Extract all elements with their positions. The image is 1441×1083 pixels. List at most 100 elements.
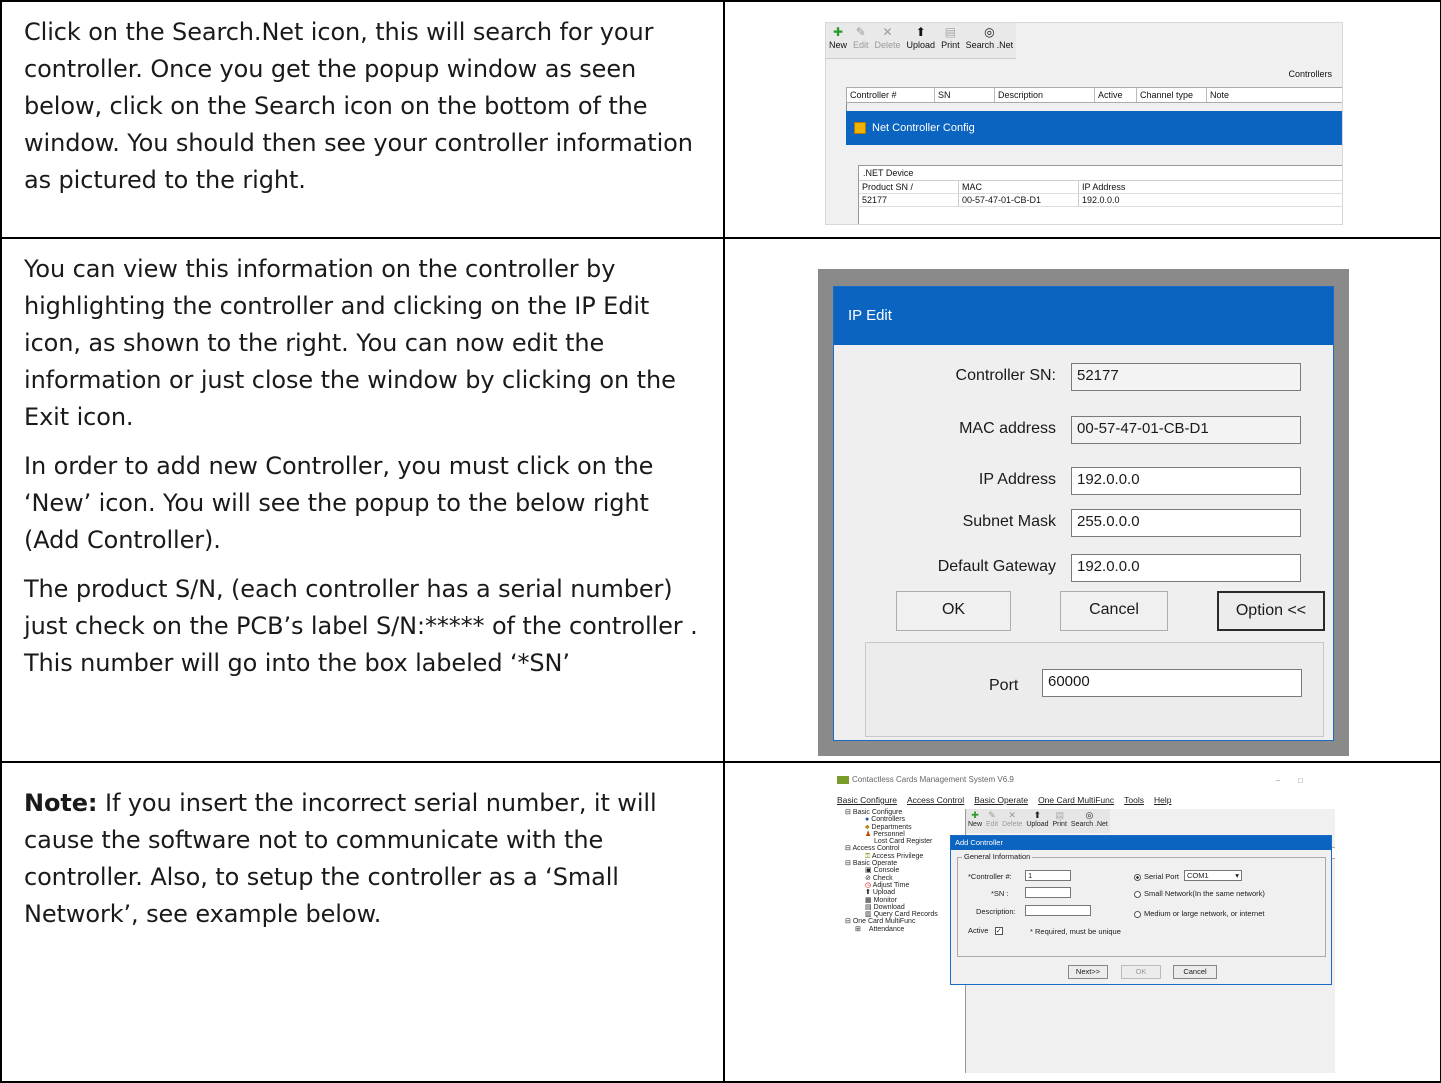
maximize-icon[interactable]: □ [1298,776,1321,785]
tree-item[interactable]: ⊞ Attendance [845,926,965,933]
new-button[interactable]: ✚ New [966,809,984,833]
nav-tree: ⊟ Basic Configure ● Controllers ♣ Depart… [845,809,965,933]
print-button[interactable]: ▤ Print [1051,809,1069,833]
tree-item[interactable]: ● Controllers [845,816,965,823]
upload-button[interactable]: ⬆ Upload [904,23,939,58]
note-text: If you insert the incorrect serial numbe… [24,789,657,928]
col-mac[interactable]: MAC [959,181,1079,193]
step-2-paragraph: The product S/N, (each controller has a … [24,575,698,677]
ip-label: IP Address [978,471,1056,488]
cell-mac: 00-57-47-01-CB-D1 [959,194,1079,206]
tree-item[interactable]: ▤ Download [845,904,965,911]
cell-sn: 52177 [859,194,959,206]
print-button[interactable]: ▤ Print [938,23,963,58]
mac-row: MAC address 00-57-47-01-CB-D1 [834,416,1335,446]
upload-button[interactable]: ⬆ Upload [1024,809,1050,833]
upload-icon: ⬆ [1033,810,1042,820]
new-icon: ✚ [832,25,844,39]
radio-medium-network[interactable] [1134,910,1141,918]
menu-one-card[interactable]: One Card MultiFunc [1038,795,1114,807]
clock-icon: ◷ [865,881,872,889]
step-2-screenshot-cell: IP Edit Controller SN: 52177 MAC address… [723,237,1441,763]
delete-button[interactable]: ✕ Delete [1000,809,1024,833]
menu-help[interactable]: Help [1154,795,1171,807]
step-text-cell: Note: If you insert the incorrect serial… [0,761,725,1083]
tree-item[interactable]: ▣ Console [845,867,965,874]
next-button[interactable]: Next>> [1068,965,1108,979]
tree-item[interactable]: ♣ Departments [845,824,965,831]
tree-item[interactable]: ⊟ Basic Configure [845,809,965,816]
col-product-sn[interactable]: Product SN / [859,181,959,193]
col-channel-type[interactable]: Channel type [1137,88,1207,102]
step-2-paragraph: In order to add new Controller, you must… [24,452,654,554]
search-net-button[interactable]: ◎ Search .Net [963,23,1017,58]
tree-item[interactable]: ⊘ Check [845,875,965,882]
description-field[interactable] [1025,905,1091,916]
search-net-button[interactable]: ◎ Search .Net [1069,809,1110,833]
option-button[interactable]: Option << [1217,591,1325,631]
new-button[interactable]: ✚ New [826,23,850,58]
tree-item[interactable]: ⊟ Access Control [845,845,965,852]
menu-basic-operate[interactable]: Basic Operate [974,795,1028,807]
medium-network-option[interactable]: Medium or large network, or internet [1134,909,1264,918]
tree-item[interactable]: ⚿ Access Privilege [845,853,965,860]
edit-button[interactable]: ✎ Edit [850,23,872,58]
net-controller-config-dialog: Net Controller Config .NET Device Produc… [846,111,1342,224]
ip-address-field[interactable]: 192.0.0.0 [1071,467,1301,495]
col-description[interactable]: Description [995,88,1095,102]
com-port-select[interactable]: COM1 ▾ [1184,870,1242,881]
col-active[interactable]: Active [1095,88,1137,102]
cancel-button[interactable]: Cancel [1173,965,1217,979]
new-icon: ✚ [971,810,979,820]
delete-button[interactable]: ✕ Delete [872,23,904,58]
dialog-title: IP Edit [834,287,1333,345]
binoculars-icon: ◎ [1085,810,1094,820]
general-info-group: General Information *Controller #: 1 *SN… [957,852,1326,957]
subnet-label: Subnet Mask [962,513,1056,530]
cell-ip: 192.0.0.0 [1082,195,1120,205]
tree-item[interactable]: ▦ Monitor [845,897,965,904]
edit-icon: ✎ [988,810,996,820]
col-sn[interactable]: SN [935,88,995,102]
tree-item[interactable]: ♟ Personnel [845,831,965,838]
step-2-paragraph: You can view this information on the con… [24,255,676,431]
menu-tools[interactable]: Tools [1124,795,1144,807]
note-label: Note: [24,789,98,817]
serial-port-option[interactable]: Serial Port [1134,872,1179,881]
radio-serial-port[interactable] [1134,873,1141,881]
sn-field[interactable] [1025,887,1071,898]
add-controller-dialog: Add Controller General Information *Cont… [950,835,1332,985]
tree-item[interactable]: ⊟ Basic Operate [845,860,965,867]
port-field[interactable]: 60000 [1042,669,1302,697]
step-3-screenshot-cell: Contactless Cards Management System V6.9… [723,761,1441,1083]
active-checkbox[interactable]: ✓ [994,927,1003,936]
ok-button[interactable]: OK [896,591,1011,631]
controller-number-field[interactable]: 1 [1025,870,1071,881]
menu-bar: Basic Configure Access Control Basic Ope… [837,795,1335,807]
edit-button[interactable]: ✎ Edit [984,809,1000,833]
tree-item[interactable]: ⬆ Upload [845,889,965,896]
minimize-icon[interactable]: – [1276,776,1298,785]
ok-button[interactable]: OK [1121,965,1161,979]
print-icon: ▤ [1055,810,1064,820]
key-icon: ⚿ [865,852,871,860]
tree-item[interactable]: ◷ Adjust Time [845,882,965,889]
app-title-bar: Contactless Cards Management System V6.9… [837,773,1335,787]
list-item[interactable]: 52177 00-57-47-01-CB-D1 192.0.0.0 [859,194,1342,207]
tree-item[interactable]: Lost Card Register [845,838,965,845]
subnet-mask-field[interactable]: 255.0.0.0 [1071,509,1301,537]
ip-edit-screenshot: IP Edit Controller SN: 52177 MAC address… [818,269,1349,756]
cancel-button[interactable]: Cancel [1060,591,1168,631]
upload-icon: ⬆ [865,889,871,897]
small-network-option[interactable]: Small Network(In the same network) [1134,889,1265,898]
menu-access-control[interactable]: Access Control [907,795,964,807]
col-ip-address[interactable]: IP Address [1079,181,1279,193]
col-note[interactable]: Note [1207,88,1267,102]
delete-icon: ✕ [1008,810,1016,820]
default-gateway-field[interactable]: 192.0.0.0 [1071,554,1301,582]
radio-small-network[interactable] [1134,890,1141,898]
tree-item[interactable]: ⊟ One Card MultiFunc [845,918,965,925]
col-controller[interactable]: Controller # [847,88,935,102]
menu-basic-configure[interactable]: Basic Configure [837,795,897,807]
tree-item[interactable]: ▥ Query Card Records [845,911,965,918]
